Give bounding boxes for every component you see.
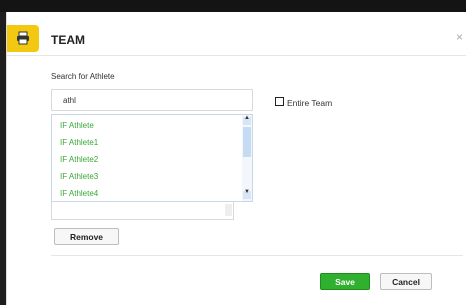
dialog-header: TEAM × — [7, 12, 466, 56]
chevron-up-icon: ▲ — [244, 115, 250, 121]
footer-divider — [51, 255, 463, 256]
close-icon[interactable]: × — [456, 30, 463, 44]
chevron-down-icon: ▼ — [244, 189, 250, 195]
printer-icon — [17, 31, 29, 45]
cancel-button[interactable]: Cancel — [380, 273, 432, 290]
dialog-title: TEAM — [51, 33, 85, 47]
remove-button[interactable]: Remove — [54, 228, 119, 245]
save-button[interactable]: Save — [320, 273, 370, 290]
athlete-search-input[interactable] — [51, 89, 253, 111]
entire-team-label: Entire Team — [287, 98, 333, 108]
team-dialog: TEAM × Search for Athlete Entire Team IF… — [6, 12, 466, 305]
selected-athletes-box[interactable] — [51, 202, 234, 220]
list-item[interactable]: IF Athlete4 — [60, 189, 98, 198]
results-scrollbar[interactable]: ▲ ▼ — [242, 115, 252, 201]
print-button[interactable] — [7, 25, 39, 52]
search-label: Search for Athlete — [51, 72, 115, 81]
list-item[interactable]: IF Athlete3 — [60, 172, 98, 181]
backdrop — [0, 0, 466, 12]
selected-box-scrollbar[interactable] — [225, 204, 232, 216]
athlete-results-list[interactable]: IF Athlete IF Athlete1 IF Athlete2 IF At… — [51, 114, 253, 202]
scroll-thumb[interactable] — [243, 127, 251, 157]
scroll-down-arrow[interactable]: ▼ — [243, 189, 251, 199]
list-item[interactable]: IF Athlete2 — [60, 155, 98, 164]
list-item[interactable]: IF Athlete1 — [60, 138, 98, 147]
entire-team-checkbox[interactable] — [275, 97, 284, 106]
list-item[interactable]: IF Athlete — [60, 121, 94, 130]
scroll-up-arrow[interactable]: ▲ — [243, 115, 251, 125]
